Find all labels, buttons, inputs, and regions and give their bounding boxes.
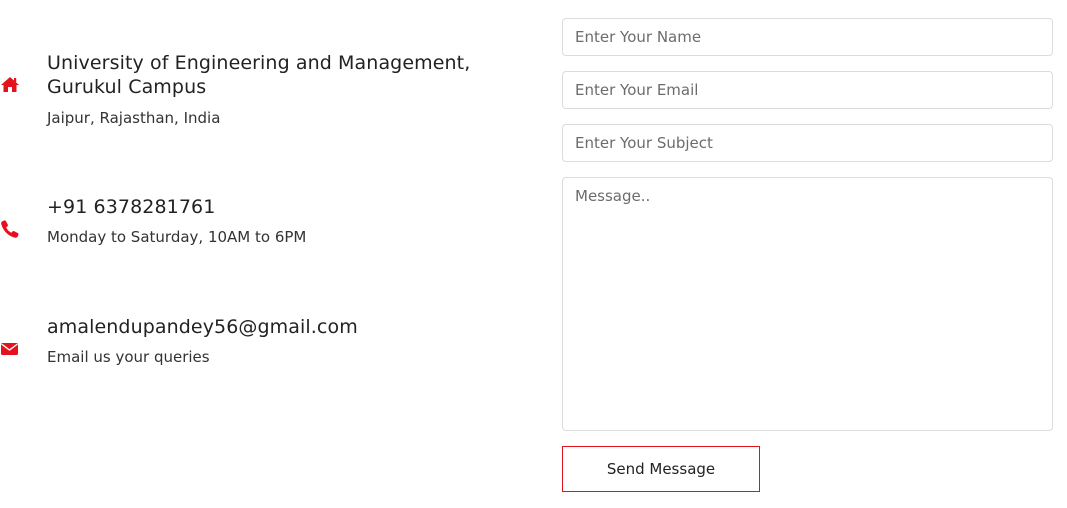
home-icon xyxy=(1,77,19,92)
address-title-line1: University of Engineering and Management… xyxy=(47,52,471,74)
message-textarea[interactable] xyxy=(562,177,1053,431)
address-subtitle: Jaipur, Rajasthan, India xyxy=(47,109,221,127)
envelope-icon xyxy=(1,343,18,355)
phone-icon xyxy=(1,220,19,238)
send-message-button[interactable]: Send Message xyxy=(562,446,760,492)
email-address: amalendupandey56@gmail.com xyxy=(47,316,358,338)
name-input[interactable] xyxy=(562,18,1053,56)
email-subtitle: Email us your queries xyxy=(47,348,210,366)
email-input[interactable] xyxy=(562,71,1053,109)
address-title-line2: Gurukul Campus xyxy=(47,76,207,98)
phone-number: +91 6378281761 xyxy=(47,196,216,218)
subject-input[interactable] xyxy=(562,124,1053,162)
phone-hours: Monday to Saturday, 10AM to 6PM xyxy=(47,228,307,246)
